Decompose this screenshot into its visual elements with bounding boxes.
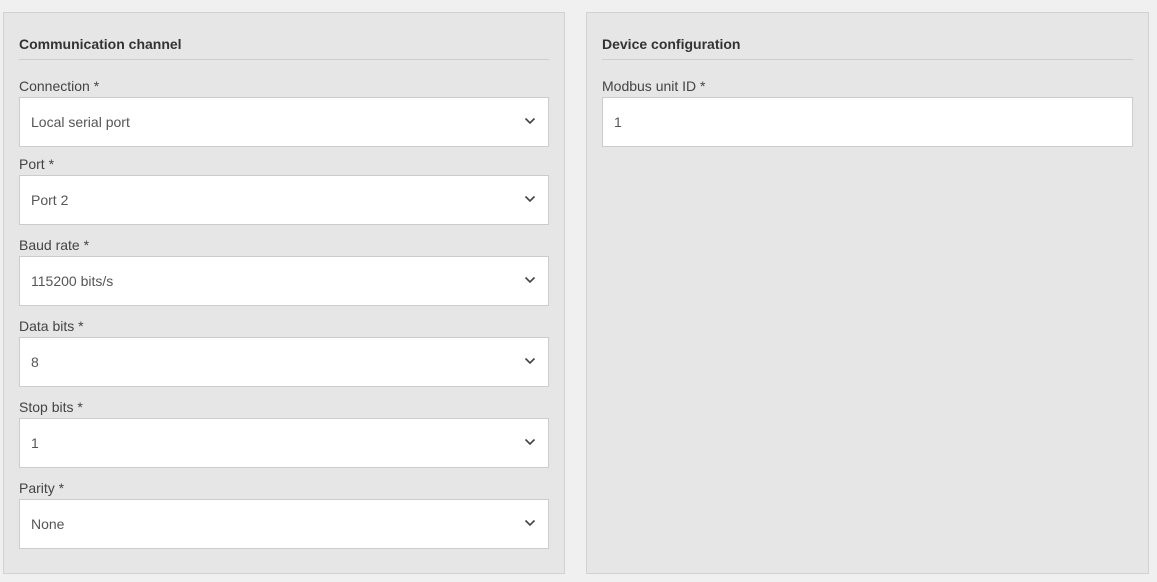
stop-bits-label: Stop bits *	[19, 399, 83, 415]
stop-bits-select[interactable]: 1	[19, 418, 549, 468]
chevron-down-icon	[524, 356, 536, 366]
communication-channel-title: Communication channel	[19, 36, 182, 52]
device-configuration-title: Device configuration	[602, 36, 741, 52]
chevron-down-icon	[524, 194, 536, 204]
communication-channel-panel: Communication channel Connection * Local…	[3, 12, 565, 574]
parity-select-value: None	[31, 516, 65, 532]
modbus-unit-id-input[interactable]: 1	[602, 97, 1133, 147]
device-configuration-panel: Device configuration Modbus unit ID * 1	[586, 12, 1149, 574]
data-bits-label: Data bits *	[19, 318, 84, 334]
baud-rate-select[interactable]: 115200 bits/s	[19, 256, 549, 306]
connection-select-value: Local serial port	[31, 114, 130, 130]
data-bits-select[interactable]: 8	[19, 337, 549, 387]
panel-divider	[19, 59, 549, 60]
data-bits-select-value: 8	[31, 354, 39, 370]
parity-select[interactable]: None	[19, 499, 549, 549]
panel-divider	[602, 59, 1133, 60]
chevron-down-icon	[524, 116, 536, 126]
connection-label: Connection *	[19, 78, 100, 94]
chevron-down-icon	[524, 437, 536, 447]
baud-rate-select-value: 115200 bits/s	[31, 273, 114, 289]
stop-bits-select-value: 1	[31, 435, 39, 451]
baud-rate-label: Baud rate *	[19, 237, 90, 253]
modbus-unit-id-value: 1	[614, 114, 622, 130]
port-label: Port *	[19, 156, 55, 172]
parity-label: Parity *	[19, 480, 65, 496]
connection-select[interactable]: Local serial port	[19, 97, 549, 147]
chevron-down-icon	[524, 518, 536, 528]
port-select-value: Port 2	[31, 192, 69, 208]
port-select[interactable]: Port 2	[19, 175, 549, 225]
modbus-unit-id-label: Modbus unit ID *	[602, 78, 706, 94]
chevron-down-icon	[524, 275, 536, 285]
